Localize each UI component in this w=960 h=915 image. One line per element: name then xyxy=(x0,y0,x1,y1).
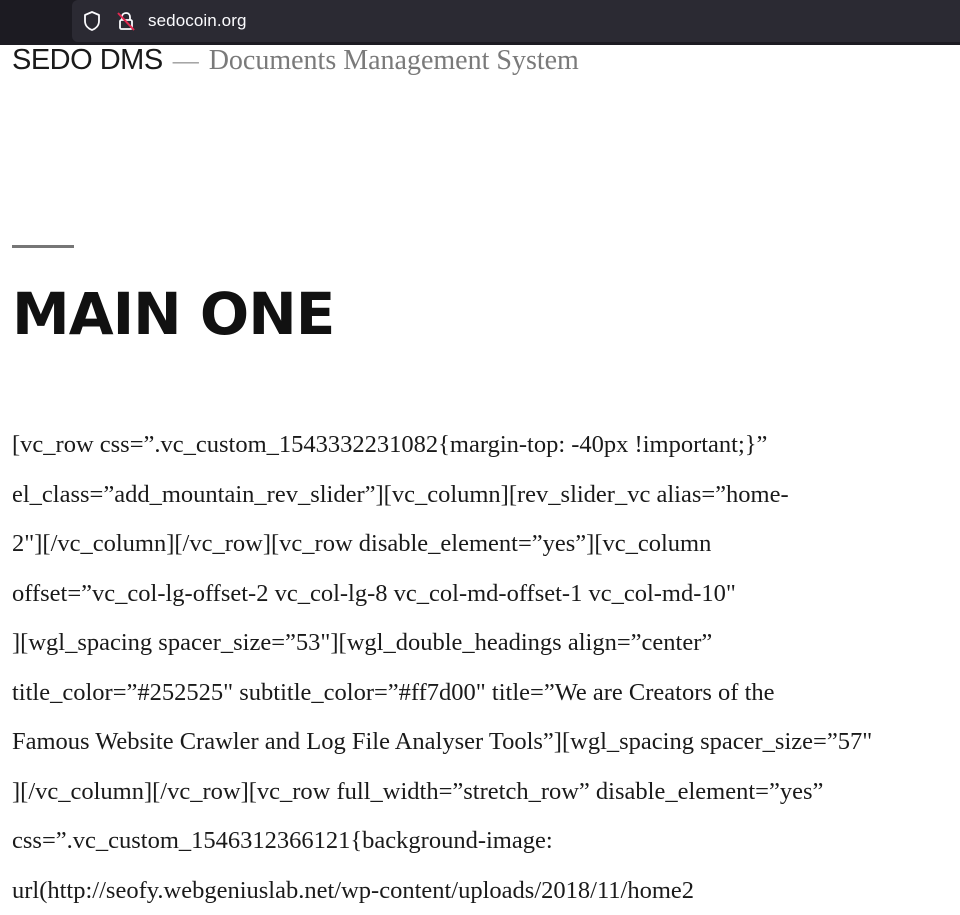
lock-slash-icon[interactable] xyxy=(115,10,137,32)
site-title-separator: — xyxy=(173,46,199,75)
content-line: url(http://seofy.webgeniuslab.net/wp-con… xyxy=(12,866,947,915)
content-line: [vc_row css=”.vc_custom_1543332231082{ma… xyxy=(12,420,947,470)
shield-icon[interactable] xyxy=(82,10,102,32)
site-header: SEDO DMS — Documents Management System xyxy=(12,44,579,77)
site-description: Documents Management System xyxy=(209,45,579,76)
content-line: ][wgl_spacing spacer_size=”53"][wgl_doub… xyxy=(12,618,947,668)
browser-toolbar: sedocoin.org xyxy=(0,0,960,45)
content-line: 2"][/vc_column][/vc_row][vc_row disable_… xyxy=(12,519,947,569)
content-line: el_class=”add_mountain_rev_slider”][vc_c… xyxy=(12,470,947,520)
page-title: MAIN ONE xyxy=(12,280,334,348)
content-line: css=”.vc_custom_1546312366121{background… xyxy=(12,816,947,866)
title-accent-divider xyxy=(12,245,74,248)
url-text[interactable]: sedocoin.org xyxy=(148,11,247,31)
content-line: offset=”vc_col-lg-offset-2 vc_col-lg-8 v… xyxy=(12,569,947,619)
post-content: [vc_row css=”.vc_custom_1543332231082{ma… xyxy=(12,420,947,915)
content-line: ][/vc_column][/vc_row][vc_row full_width… xyxy=(12,767,947,817)
content-line: Famous Website Crawler and Log File Anal… xyxy=(12,717,947,767)
site-title[interactable]: SEDO DMS xyxy=(12,44,163,76)
content-line: title_color=”#252525" subtitle_color=”#f… xyxy=(12,668,947,718)
